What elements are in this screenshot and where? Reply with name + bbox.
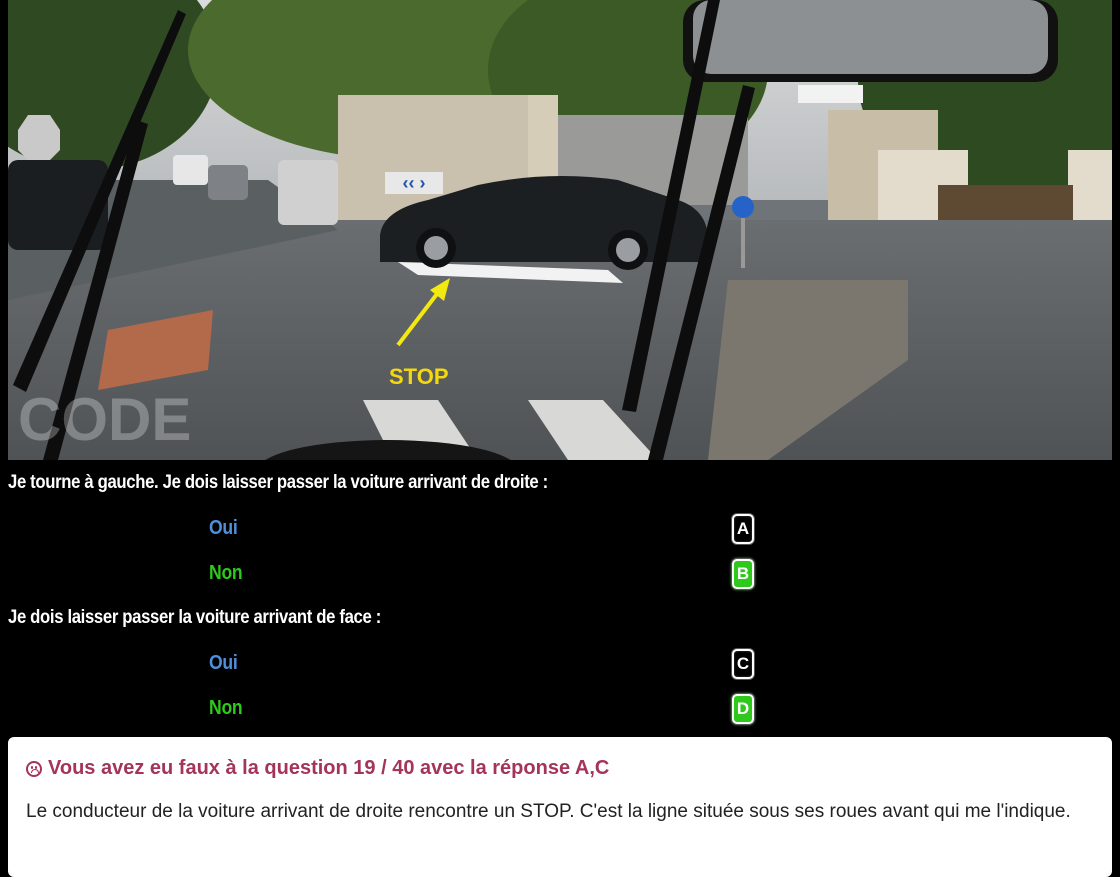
- answer-key-d[interactable]: D: [732, 694, 754, 724]
- stop-annotation-label: STOP: [389, 364, 449, 389]
- result-title-row: Vous avez eu faux à la question 19 / 40 …: [26, 757, 1094, 780]
- watermark: CODE: [18, 386, 191, 453]
- svg-text:‹‹ ›: ‹‹ ›: [403, 173, 426, 193]
- question-2-answer-non[interactable]: Non: [209, 697, 243, 720]
- question-1-text: Je tourne à gauche. Je dois laisser pass…: [8, 472, 548, 493]
- question-2-answer-oui[interactable]: Oui: [209, 652, 238, 675]
- question-photo: ‹‹ › CODE STOP: [8, 0, 1112, 460]
- answer-key-a[interactable]: A: [732, 514, 754, 544]
- question-1-answer-oui[interactable]: Oui: [209, 517, 238, 540]
- sad-face-icon: [26, 760, 42, 777]
- result-title: Vous avez eu faux à la question 19 / 40 …: [48, 757, 610, 779]
- result-panel: Vous avez eu faux à la question 19 / 40 …: [8, 737, 1112, 877]
- answer-key-b[interactable]: B: [732, 559, 754, 589]
- answer-key-c[interactable]: C: [732, 649, 754, 679]
- question-1-answer-non[interactable]: Non: [209, 562, 243, 585]
- road-scene-illustration: ‹‹ › CODE STOP: [8, 0, 1112, 460]
- result-explanation: Le conducteur de la voiture arrivant de …: [26, 801, 1071, 822]
- question-2-text: Je dois laisser passer la voiture arriva…: [8, 607, 381, 628]
